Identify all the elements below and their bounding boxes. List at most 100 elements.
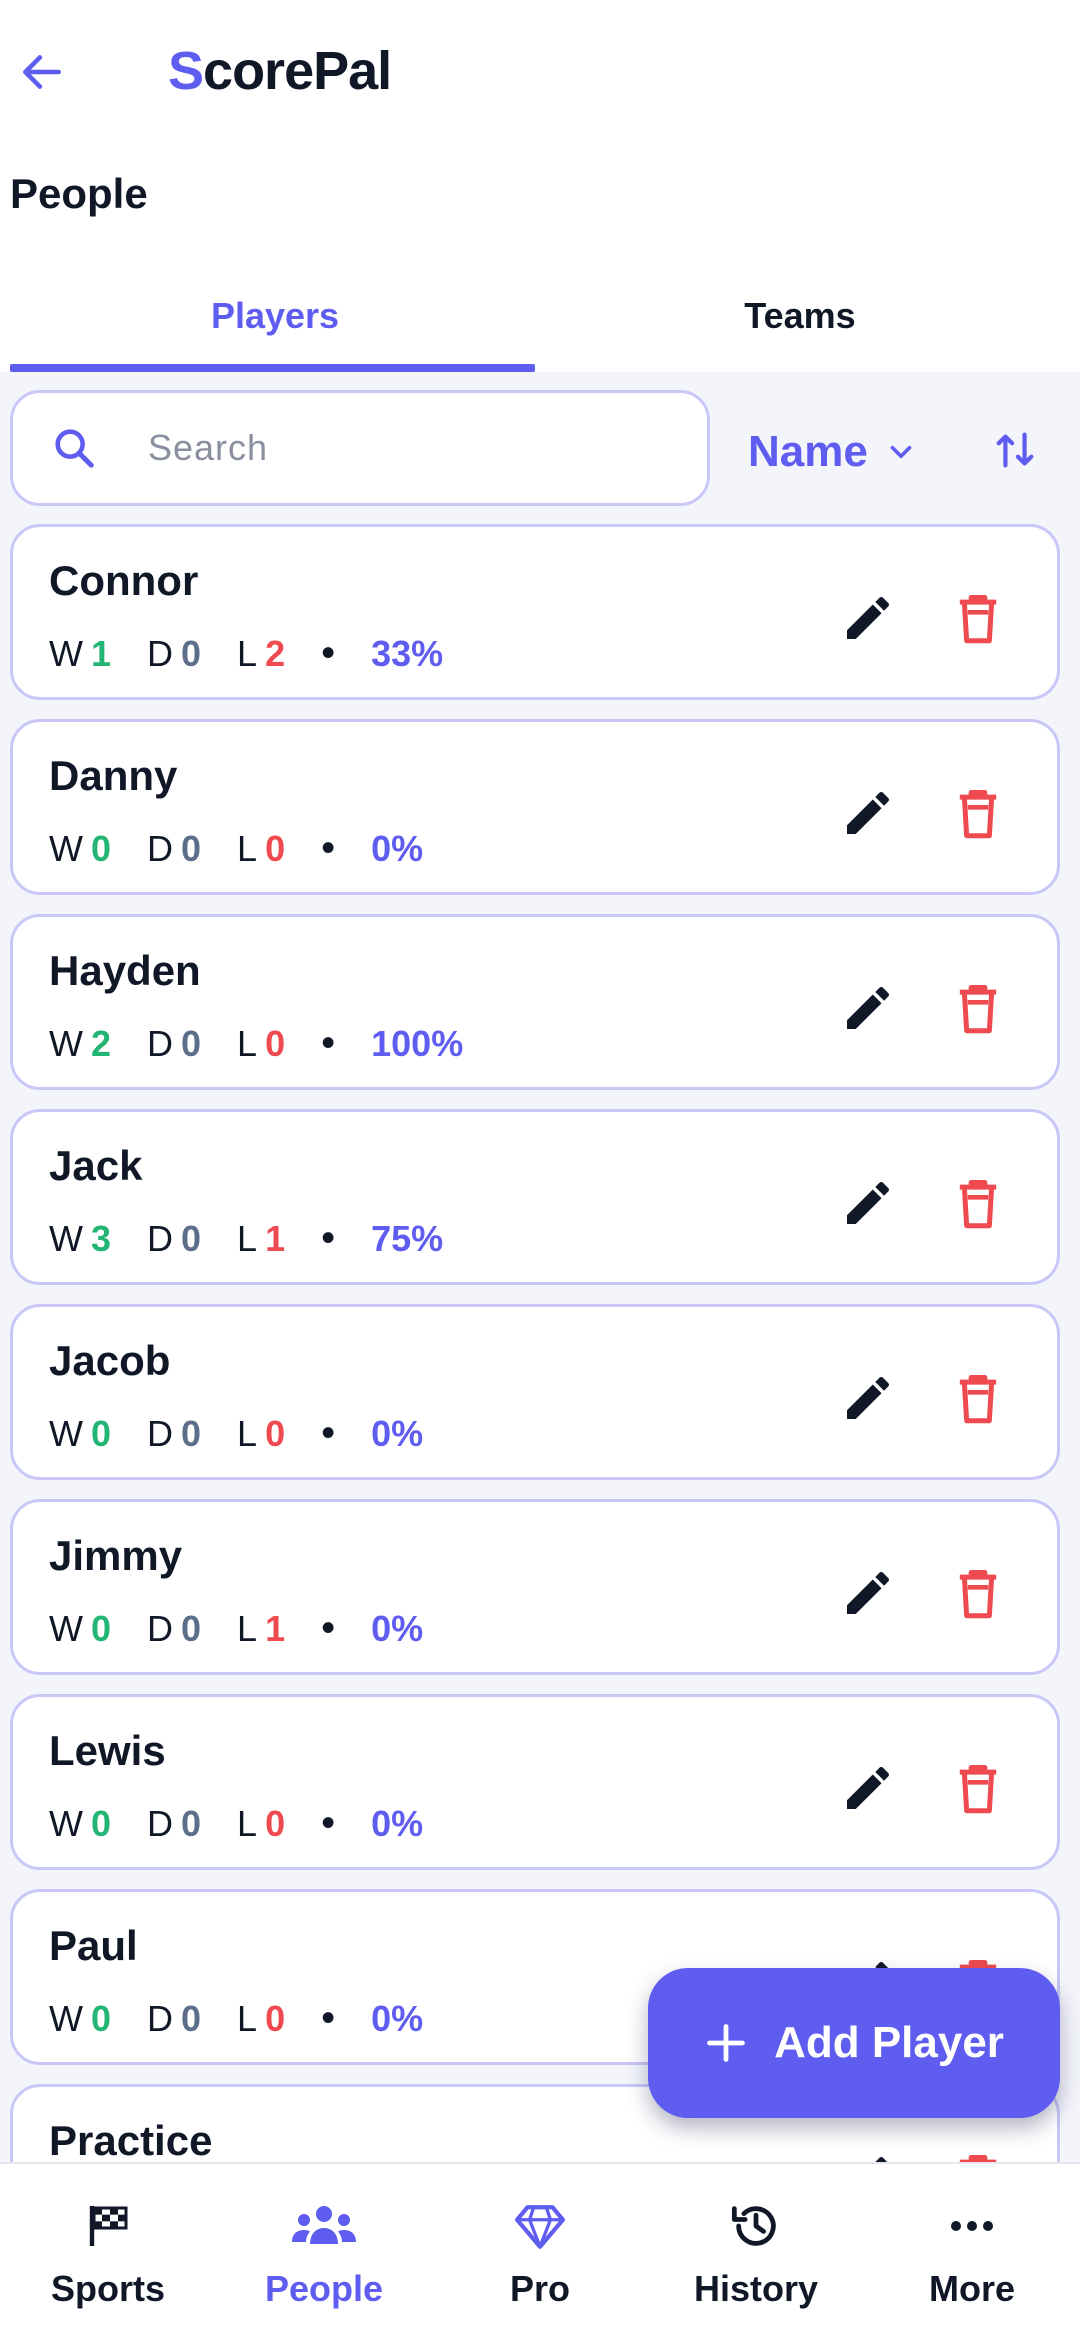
- app-logo: ScorePal: [168, 41, 392, 101]
- player-card[interactable]: Danny W0 D0 L0 • 0%: [10, 719, 1060, 895]
- win-percentage: 33%: [371, 632, 444, 674]
- trash-icon: [959, 790, 997, 839]
- player-stats: W0 D0 L0 • 0%: [49, 1801, 424, 1845]
- nav-item-history[interactable]: History: [648, 2164, 864, 2340]
- player-card[interactable]: Jack W3 D0 L1 • 75%: [10, 1109, 1060, 1285]
- app-header: ScorePal: [0, 0, 1080, 150]
- search-icon: [55, 429, 94, 468]
- page-title: People: [10, 170, 148, 217]
- sort-arrows-icon: [996, 432, 1034, 468]
- draws-count: 0: [181, 1997, 202, 2039]
- wins-count: 1: [90, 632, 112, 674]
- edit-button[interactable]: [833, 2143, 903, 2162]
- pencil-icon: [847, 1181, 890, 1224]
- more-dots-icon: [940, 2194, 1004, 2258]
- people-icon: [292, 2194, 356, 2258]
- losses-count: 1: [265, 1217, 286, 1259]
- edit-button[interactable]: [833, 583, 903, 653]
- search-input[interactable]: [148, 393, 688, 503]
- back-button[interactable]: [12, 42, 72, 102]
- player-card[interactable]: Jimmy W0 D0 L1 • 0%: [10, 1499, 1060, 1675]
- wins-count: 2: [90, 1022, 112, 1064]
- pencil-icon: [847, 1376, 890, 1419]
- edit-button[interactable]: [833, 1558, 903, 1628]
- player-name: Jimmy: [49, 1532, 183, 1579]
- delete-button[interactable]: [943, 1168, 1013, 1238]
- player-card[interactable]: Jacob W0 D0 L0 • 0%: [10, 1304, 1060, 1480]
- draws-count: 0: [181, 1802, 202, 1844]
- delete-button[interactable]: [943, 1363, 1013, 1433]
- losses-count: 0: [265, 1412, 286, 1454]
- win-percentage: 75%: [371, 1217, 444, 1259]
- nav-item-more[interactable]: More: [864, 2164, 1080, 2340]
- active-tab-indicator: [10, 364, 535, 372]
- delete-button[interactable]: [943, 1753, 1013, 1823]
- draws-count: 0: [181, 632, 202, 674]
- losses-count: 0: [265, 827, 286, 869]
- players-list[interactable]: Name Connor W1 D0 L2 • 33% Danny W0 D: [0, 372, 1080, 2162]
- trash-icon: [959, 1180, 997, 1229]
- delete-button[interactable]: [943, 2143, 1013, 2162]
- win-percentage: 0%: [371, 1607, 424, 1649]
- sort-direction-button[interactable]: [985, 420, 1045, 480]
- nav-item-pro[interactable]: Pro: [432, 2164, 648, 2340]
- losses-count: 2: [265, 632, 286, 674]
- tab-bar: Players Teams: [0, 258, 1080, 374]
- player-stats: W2 D0 L0 • 100%: [49, 1021, 464, 1065]
- wins-count: 0: [90, 1802, 112, 1844]
- nav-label: More: [928, 2268, 1015, 2309]
- nav-label: Sports: [50, 2268, 165, 2309]
- player-card[interactable]: Hayden W2 D0 L0 • 100%: [10, 914, 1060, 1090]
- edit-button[interactable]: [833, 1363, 903, 1433]
- pencil-icon: [847, 1766, 890, 1809]
- wins-count: 0: [90, 827, 112, 869]
- add-player-label: Add Player: [774, 2018, 1004, 2067]
- player-card[interactable]: Lewis W0 D0 L0 • 0%: [10, 1694, 1060, 1870]
- win-percentage: 100%: [371, 1022, 464, 1064]
- edit-button[interactable]: [833, 973, 903, 1043]
- edit-button[interactable]: [833, 1168, 903, 1238]
- player-card[interactable]: Connor W1 D0 L2 • 33%: [10, 524, 1060, 700]
- delete-button[interactable]: [943, 1558, 1013, 1628]
- player-name: Connor: [49, 557, 199, 604]
- trash-icon: [959, 595, 997, 644]
- nav-item-sports[interactable]: Sports: [0, 2164, 216, 2340]
- diamond-icon: [508, 2194, 572, 2258]
- nav-label: History: [693, 2268, 819, 2309]
- add-player-button[interactable]: Add Player: [648, 1968, 1060, 2118]
- nav-item-people[interactable]: People: [216, 2164, 432, 2340]
- player-stats: W3 D0 L1 • 75%: [49, 1216, 444, 1260]
- sort-field-dropdown[interactable]: Name: [748, 412, 918, 492]
- player-name: Jack: [49, 1142, 143, 1189]
- delete-button[interactable]: [943, 778, 1013, 848]
- tab-teams[interactable]: Teams: [535, 258, 1065, 374]
- wins-count: 3: [90, 1217, 112, 1259]
- nav-label: People: [264, 2268, 384, 2309]
- pencil-icon: [847, 791, 890, 834]
- draws-count: 0: [181, 827, 202, 869]
- sort-field-label: Name: [748, 427, 868, 476]
- draws-count: 0: [181, 1217, 202, 1259]
- losses-count: 0: [265, 1022, 286, 1064]
- wins-count: 0: [90, 1997, 112, 2039]
- wins-count: 0: [90, 1412, 112, 1454]
- edit-button[interactable]: [833, 778, 903, 848]
- win-percentage: 0%: [371, 827, 424, 869]
- bottom-navigation: Sports People Pro History More: [0, 2162, 1080, 2340]
- edit-button[interactable]: [833, 1753, 903, 1823]
- losses-count: 0: [265, 1802, 286, 1844]
- arrow-left-icon: [23, 55, 61, 89]
- wins-count: 0: [90, 1607, 112, 1649]
- win-percentage: 0%: [371, 1997, 424, 2039]
- trash-icon: [959, 1375, 997, 1424]
- delete-button[interactable]: [943, 973, 1013, 1043]
- player-stats: W0 D0 L0 • 0%: [49, 1996, 424, 2040]
- delete-button[interactable]: [943, 583, 1013, 653]
- pencil-icon: [875, 2156, 888, 2162]
- checkered-flag-icon: [76, 2194, 140, 2258]
- losses-count: 0: [265, 1997, 286, 2039]
- player-name: Lewis: [49, 1727, 166, 1774]
- draws-count: 0: [181, 1022, 202, 1064]
- tab-players[interactable]: Players: [10, 258, 540, 374]
- pencil-icon: [847, 596, 890, 639]
